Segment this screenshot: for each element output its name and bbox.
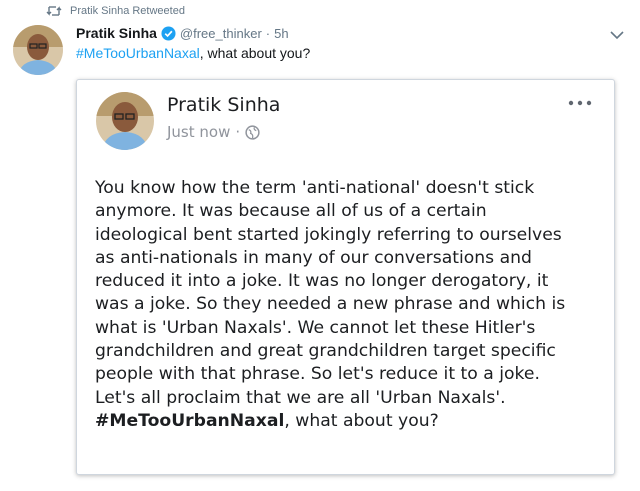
embedded-last-line-rest: , what about you? <box>284 410 439 431</box>
body-line: ideological bent started jokingly referr… <box>95 224 562 245</box>
embedded-author-avatar <box>96 92 154 150</box>
body-line: people with that phrase. So let's reduce… <box>95 364 540 385</box>
body-line: You know how the term 'anti-national' do… <box>95 178 535 198</box>
embedded-timestamp: Just now <box>167 123 231 141</box>
embedded-hashtag: #MeTooUrbanNaxal <box>95 410 285 431</box>
verified-badge-icon <box>161 25 176 41</box>
more-options-icon <box>568 100 592 106</box>
tweet-timestamp[interactable]: 5h <box>274 26 288 41</box>
body-line: was a joke. So they needed a new phrase … <box>95 294 566 315</box>
author-avatar[interactable] <box>13 25 63 75</box>
globe-icon <box>245 124 260 140</box>
separator-dot: · <box>265 25 271 41</box>
body-line: reduced it into a joke. It was no longer… <box>95 271 549 292</box>
retweet-context[interactable]: Pratik Sinha Retweeted <box>46 5 185 17</box>
body-last-line: #MeTooUrbanNaxal, what about you? <box>95 410 605 433</box>
embedded-separator-dot: · <box>235 123 241 141</box>
body-line: as anti-nationals in many of our convers… <box>95 247 532 268</box>
embedded-post-body: You know how the term 'anti-national' do… <box>95 177 605 433</box>
tweet-header: Pratik Sinha @free_thinker · 5h <box>76 25 289 41</box>
hashtag-link[interactable]: #MeTooUrbanNaxal <box>76 45 200 61</box>
body-line: what is 'Urban Naxals'. We cannot let th… <box>95 317 536 338</box>
author-name[interactable]: Pratik Sinha <box>76 25 157 41</box>
body-line: Let's all proclaim that we are all 'Urba… <box>95 387 506 408</box>
body-line: grandchildren and great grandchildren ta… <box>95 341 556 362</box>
embedded-author-name: Pratik Sinha <box>167 94 281 116</box>
body-line: anymore. It was because all of us of a c… <box>95 201 487 222</box>
tweet-text-rest: , what about you? <box>199 45 311 61</box>
retweet-label: Pratik Sinha Retweeted <box>70 5 185 17</box>
embedded-post-meta: Just now · <box>167 123 260 141</box>
retweet-icon <box>46 6 62 16</box>
author-handle[interactable]: @free_thinker <box>180 26 262 41</box>
tweet-text: #MeTooUrbanNaxal, what about you? <box>76 45 310 61</box>
chevron-down-icon[interactable] <box>610 30 624 40</box>
